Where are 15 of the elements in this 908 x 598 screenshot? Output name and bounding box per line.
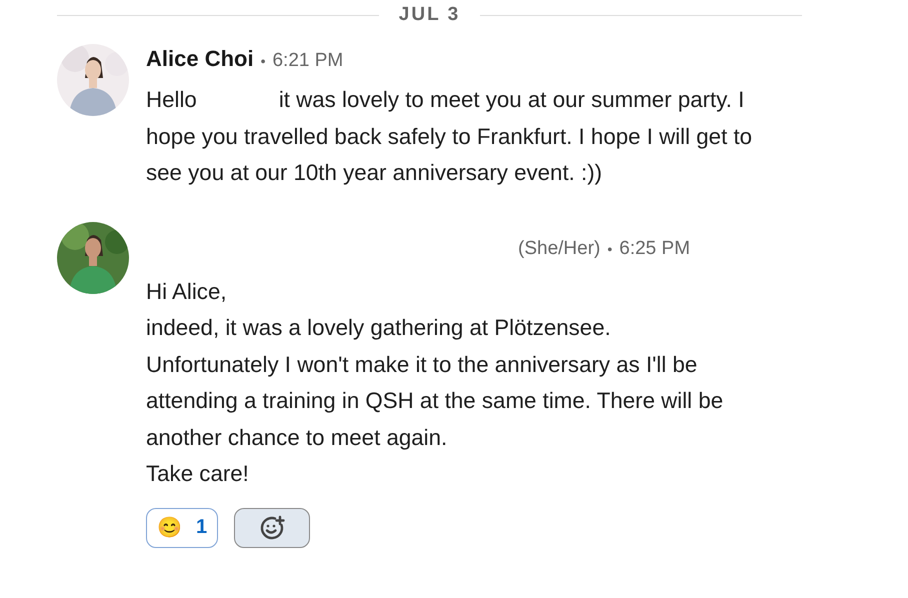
sender-name[interactable]: Alice Choi [146, 46, 254, 72]
add-reaction-button[interactable] [234, 508, 310, 548]
message-text: Hello it was lovely to meet you at our summer party. I hope you travelled back safely to Frankfurt. I hope I will get to see you at our 10th year anniversary event. :)) [146, 86, 754, 187]
message-time: 6:21 PM [272, 50, 344, 72]
message-text: indeed, it was a lovely gathering at Plötzensee. [146, 314, 612, 342]
message-text: Take care! [146, 460, 250, 488]
message-text: Hi Alice, [146, 278, 228, 306]
pronouns-label: (She/Her) [518, 238, 600, 260]
add-reaction-icon [259, 514, 285, 540]
message-time: 6:25 PM [619, 238, 690, 260]
reaction-button[interactable]: 😊 1 [146, 508, 218, 548]
date-label: JUL 3 [398, 4, 460, 26]
separator-dot: • [607, 240, 612, 256]
message-text: Unfortunately I won't make it to the anniversary as I'll be attending a training in QSH at the same time. There will be another chance to meet again. [146, 350, 724, 452]
separator-dot: • [260, 53, 266, 69]
